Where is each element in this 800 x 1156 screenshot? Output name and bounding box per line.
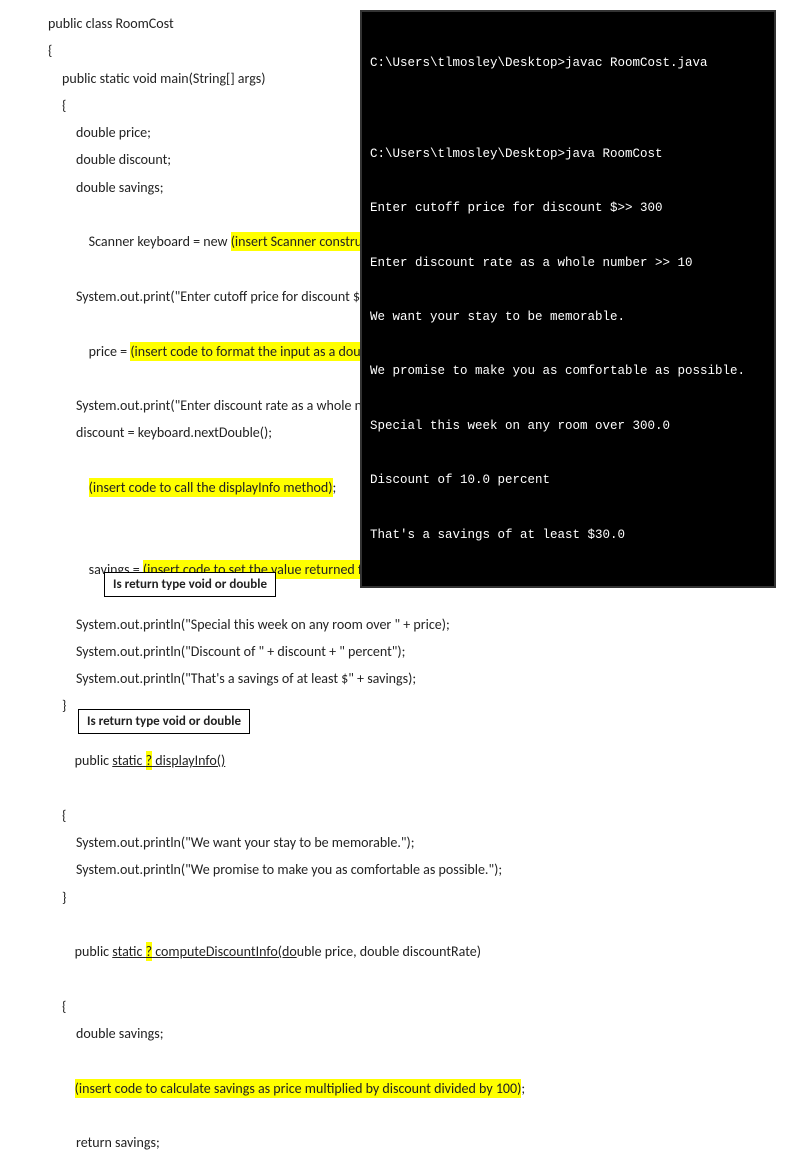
- code-line: return savings;: [48, 1129, 780, 1156]
- terminal-line: Enter discount rate as a whole number >>…: [370, 254, 766, 272]
- code-line: {: [48, 993, 780, 1020]
- code-line: System.out.println("That's a savings of …: [48, 665, 780, 692]
- note-box: Is return type void or double: [104, 572, 276, 597]
- terminal-line: We promise to make you as comfortable as…: [370, 362, 766, 380]
- terminal-line: Enter cutoff price for discount $>> 300: [370, 199, 766, 217]
- code-text: computeDiscountInfo(do: [152, 943, 297, 960]
- code-line: {: [48, 802, 780, 829]
- code-text: public: [75, 752, 113, 769]
- code-line: public static ? computeDiscountInfo(doub…: [48, 911, 780, 993]
- code-text: static: [112, 943, 145, 960]
- code-line: double savings;: [48, 1020, 780, 1047]
- code-text: ;: [333, 479, 337, 496]
- code-text: displayInfo(): [152, 752, 225, 769]
- code-text: uble price, double discountRate): [297, 943, 481, 960]
- terminal-line: C:\Users\tlmosley\Desktop>javac RoomCost…: [370, 54, 766, 72]
- code-line: (insert code to calculate savings as pri…: [48, 1047, 780, 1129]
- code-text: static: [112, 752, 145, 769]
- code-line: System.out.println("Discount of " + disc…: [48, 638, 780, 665]
- code-text: price =: [89, 343, 131, 360]
- code-text: ;: [521, 1080, 525, 1097]
- code-line: System.out.println("We promise to make y…: [48, 856, 780, 883]
- terminal-line: Special this week on any room over 300.0: [370, 417, 766, 435]
- code-line: System.out.println("Special this week on…: [48, 611, 780, 638]
- highlight-placeholder: (insert code to call the displayInfo met…: [89, 478, 333, 497]
- code-line: }: [48, 884, 780, 911]
- code-line: System.out.println("We want your stay to…: [48, 829, 780, 856]
- terminal-line: That's a savings of at least $30.0: [370, 526, 766, 544]
- note-box: Is return type void or double: [78, 709, 250, 734]
- terminal-line: C:\Users\tlmosley\Desktop>java RoomCost: [370, 145, 766, 163]
- highlight-placeholder: (insert code to calculate savings as pri…: [75, 1079, 522, 1098]
- terminal-line: We want your stay to be memorable.: [370, 308, 766, 326]
- terminal-line: Discount of 10.0 percent: [370, 471, 766, 489]
- terminal-output: C:\Users\tlmosley\Desktop>javac RoomCost…: [360, 10, 776, 588]
- code-text: Scanner keyboard = new: [89, 233, 231, 250]
- code-text: public: [75, 943, 113, 960]
- document-page: C:\Users\tlmosley\Desktop>javac RoomCost…: [0, 0, 800, 1156]
